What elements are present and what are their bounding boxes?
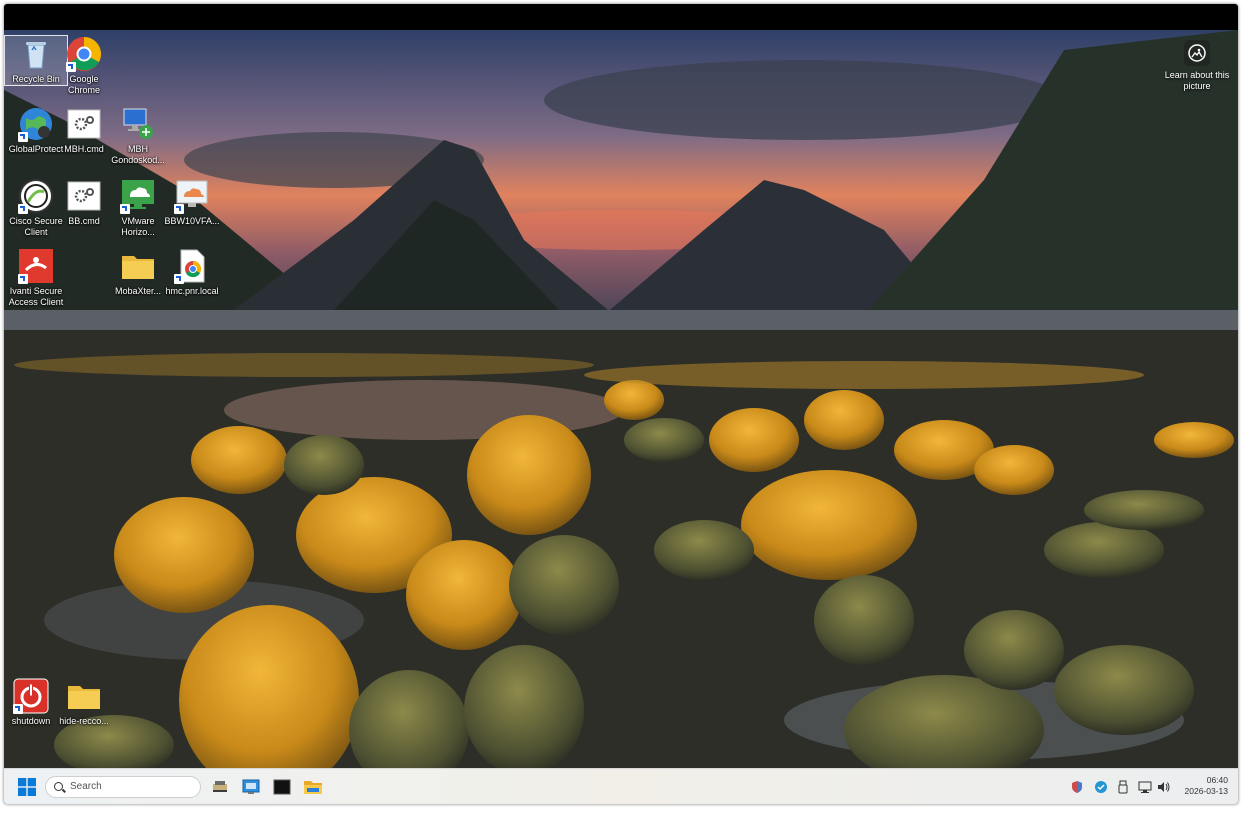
camera-icon	[1184, 40, 1210, 66]
security-icon	[1095, 781, 1107, 793]
search-placeholder: Search	[70, 781, 102, 792]
icon-label: MBH Gondoskod...	[111, 144, 165, 165]
usb-icon	[1118, 780, 1128, 794]
chrome-icon	[66, 36, 102, 72]
icon-label: hmc.pnr.local	[165, 286, 219, 296]
taskbar-terminal[interactable]	[272, 778, 292, 796]
desktop[interactable]: Recycle Bin Google Chrome GlobalProtect …	[4, 30, 1238, 768]
desktop-icon-ivanti[interactable]: Ivanti Secure Access Client	[5, 248, 67, 308]
taskbar-remote-desktop[interactable]	[241, 778, 261, 796]
cisco-icon	[18, 178, 54, 214]
icon-label: VMware Horizo...	[121, 216, 155, 237]
icon-label: BBW10VFA...	[164, 216, 220, 226]
windows-icon	[18, 778, 36, 796]
remote-desktop-icon	[174, 178, 210, 214]
vmware-horizon-icon	[120, 178, 156, 214]
tray-security[interactable]	[1094, 780, 1108, 794]
icon-label: MobaXter...	[114, 286, 162, 296]
ivanti-icon	[18, 248, 54, 284]
folder-icon	[120, 248, 156, 284]
search-icon	[54, 782, 63, 791]
icon-label: MBH.cmd	[64, 144, 104, 154]
desktop-icon-bb-cmd[interactable]: BB.cmd	[53, 178, 115, 227]
clock-time: 06:40	[1206, 775, 1228, 785]
shortcut-arrow-icon	[18, 274, 28, 284]
volume-icon	[1158, 782, 1170, 792]
power-icon	[13, 678, 49, 714]
icon-label: BB.cmd	[68, 216, 100, 226]
gear-file-icon	[66, 178, 102, 214]
network-icon	[1138, 781, 1152, 793]
tray-shield[interactable]	[1070, 780, 1084, 794]
desktop-icon-hide-recco[interactable]: hide-recco...	[53, 678, 115, 727]
learn-about-label: Learn about this picture	[1164, 70, 1230, 91]
desktop-icon-mbh-gondoskod[interactable]: MBH Gondoskod...	[107, 106, 169, 166]
tray-usb[interactable]	[1116, 780, 1130, 794]
taskbar-file-explorer[interactable]	[303, 778, 323, 796]
recycle-bin-icon	[18, 36, 54, 72]
shortcut-arrow-icon	[18, 132, 28, 142]
shortcut-arrow-icon	[66, 62, 76, 72]
icon-label: Ivanti Secure Access Client	[8, 286, 64, 307]
shortcut-arrow-icon	[13, 704, 23, 714]
shortcut-arrow-icon	[174, 274, 184, 284]
file-tool-icon	[213, 781, 227, 792]
screen-frame: Recycle Bin Google Chrome GlobalProtect …	[4, 4, 1238, 804]
shortcut-arrow-icon	[18, 204, 28, 214]
desktop-icon-google-chrome[interactable]: Google Chrome	[53, 36, 115, 96]
globe-icon	[18, 106, 54, 142]
remote-desktop-icon	[242, 779, 260, 794]
learn-about-picture[interactable]: Learn about this picture	[1162, 40, 1232, 92]
chrome-file-icon	[174, 248, 210, 284]
taskbar-clock[interactable]: 06:40 2026-03-13	[1185, 775, 1228, 797]
start-button[interactable]	[18, 778, 36, 796]
wallpaper	[4, 30, 1238, 768]
gear-file-icon	[66, 106, 102, 142]
computer-network-icon	[120, 106, 156, 142]
taskbar-file-tool[interactable]	[210, 778, 230, 796]
shortcut-arrow-icon	[174, 204, 184, 214]
file-explorer-icon	[304, 781, 322, 794]
terminal-icon	[273, 779, 291, 795]
folder-icon	[66, 678, 102, 714]
desktop-icon-mobaxterm[interactable]: MobaXter...	[107, 248, 169, 297]
desktop-icon-vmware-horizon[interactable]: VMware Horizo...	[107, 178, 169, 238]
desktop-icon-bbw10vfa[interactable]: BBW10VFA...	[161, 178, 223, 227]
tray-network[interactable]	[1138, 780, 1152, 794]
icon-label: Google Chrome	[67, 74, 100, 95]
shortcut-arrow-icon	[120, 204, 130, 214]
taskbar: Search 06:40 2026-03-13	[4, 768, 1238, 804]
desktop-icon-mbh-cmd[interactable]: MBH.cmd	[53, 106, 115, 155]
taskbar-search[interactable]: Search	[45, 776, 201, 798]
icon-label: hide-recco...	[59, 716, 109, 726]
tray-volume[interactable]	[1156, 780, 1170, 794]
desktop-icon-hmc-pnr-local[interactable]: hmc.pnr.local	[161, 248, 223, 297]
clock-date: 2026-03-13	[1184, 786, 1228, 796]
shield-icon	[1072, 781, 1082, 793]
